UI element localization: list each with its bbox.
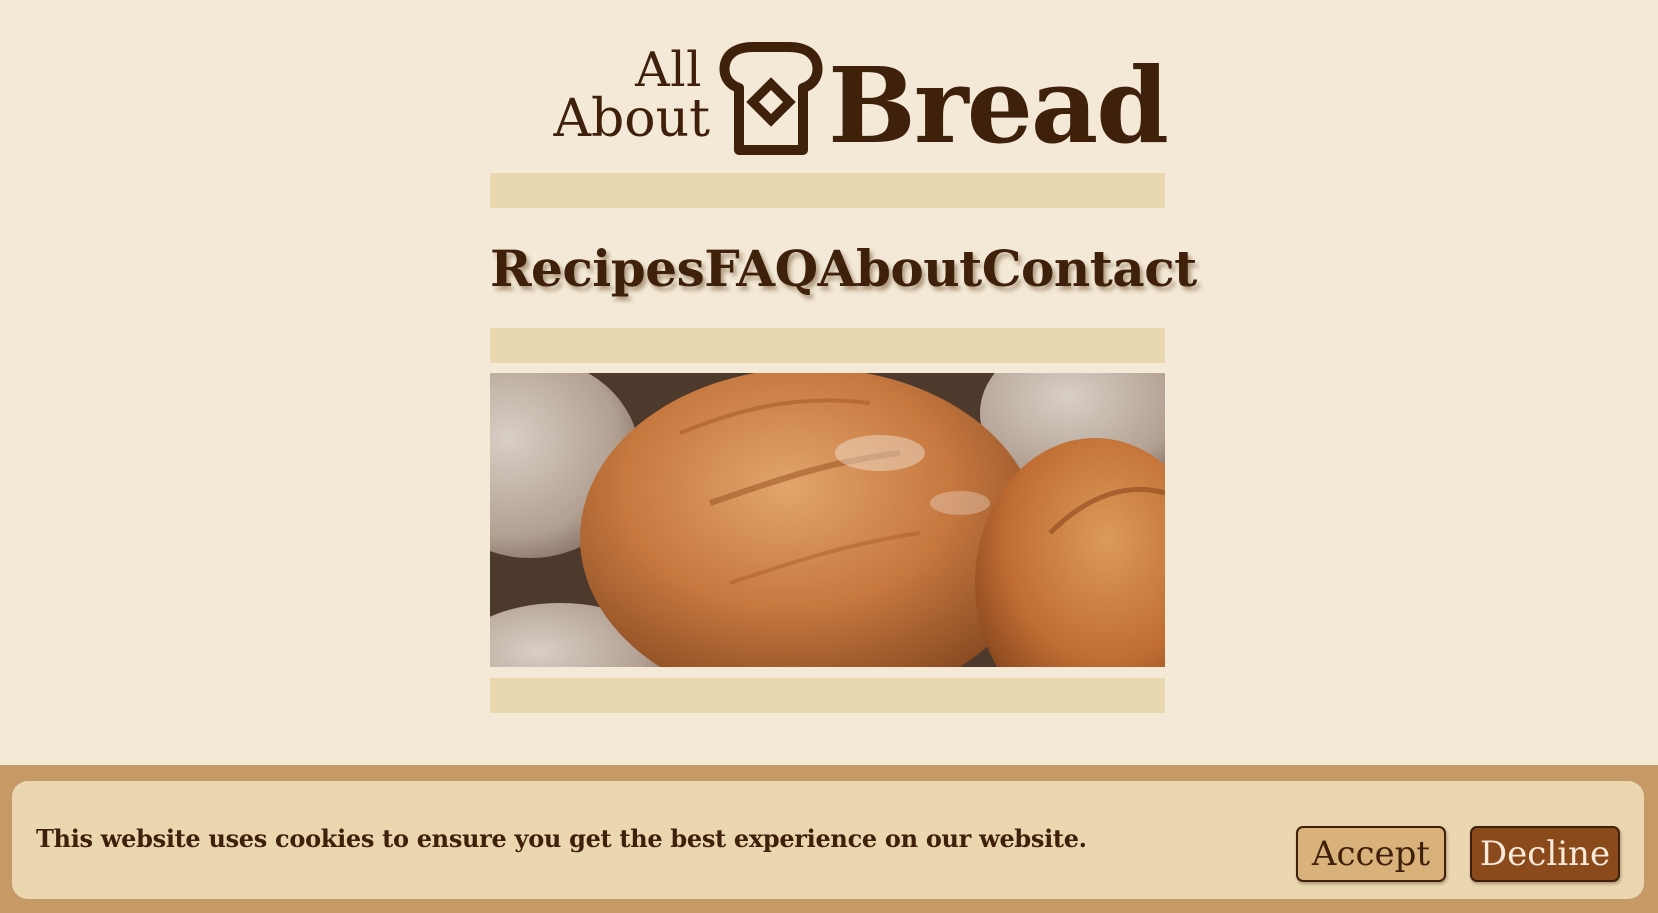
bread-slice-icon [713, 42, 829, 158]
divider-bar [490, 173, 1165, 208]
nav-link-faq[interactable]: FAQ [704, 234, 818, 304]
nav-link-contact[interactable]: Contact [982, 234, 1198, 304]
decline-cookies-button[interactable]: Decline [1470, 826, 1620, 882]
nav-link-recipes[interactable]: Recipes [490, 234, 705, 304]
hero-image [490, 373, 1165, 667]
accept-cookies-button[interactable]: Accept [1296, 826, 1446, 882]
cookie-banner: This website uses cookies to ensure you … [0, 765, 1658, 913]
cookie-card: This website uses cookies to ensure you … [12, 781, 1644, 899]
logo-text-bread: Bread [828, 44, 1169, 167]
nav-link-about[interactable]: About [818, 234, 983, 304]
divider-bar [490, 328, 1165, 363]
main-nav: Recipes FAQ About Contact [490, 234, 1197, 304]
site-logo[interactable]: All About Bread [0, 38, 1658, 162]
cookie-message: This website uses cookies to ensure you … [36, 824, 1087, 853]
logo-text-about: About [553, 89, 710, 149]
divider-bar [490, 678, 1165, 713]
